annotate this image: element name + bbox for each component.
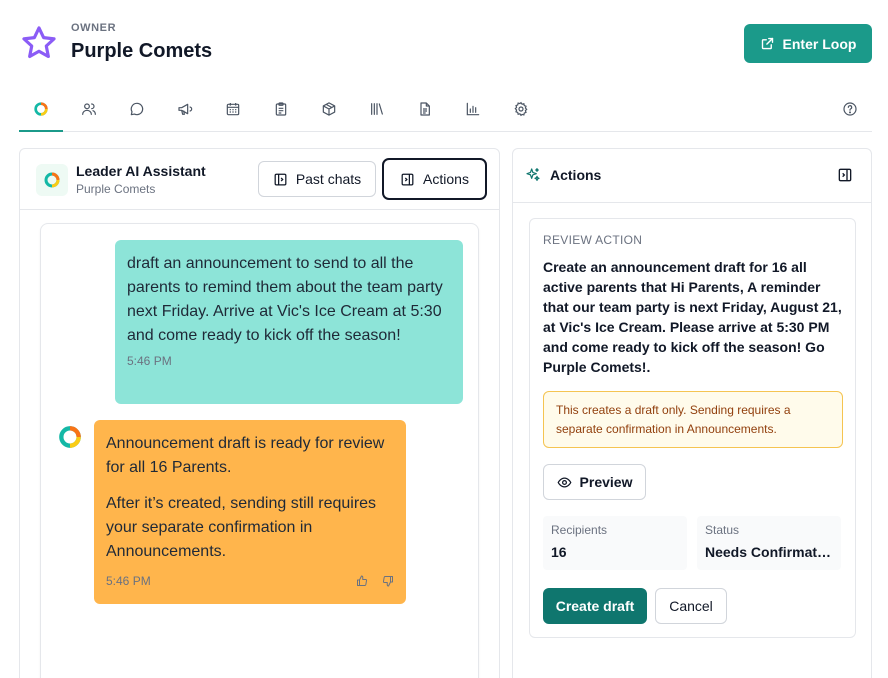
help-button[interactable]: [828, 88, 872, 130]
tab-inventory[interactable]: [307, 88, 351, 130]
enter-loop-label: Enter Loop: [782, 35, 857, 52]
chart-icon: [466, 102, 480, 116]
message-timestamp: 5:46 PM: [106, 574, 151, 588]
assistant-title: Leader AI Assistant: [76, 163, 206, 179]
assistant-message-meta: 5:46 PM: [106, 574, 394, 588]
chat-messages[interactable]: draft an announcement to send to all the…: [40, 223, 479, 678]
clipboard-icon: [275, 102, 287, 116]
actions-panel: Actions REVIEW ACTION Create an announce…: [512, 148, 872, 678]
recipients-value: 16: [551, 544, 567, 560]
people-icon: [82, 103, 96, 115]
calendar-icon: [226, 103, 240, 116]
tab-bar: [19, 88, 872, 132]
tab-stats[interactable]: [451, 88, 495, 130]
page-header: OWNER Purple Comets Enter Loop: [0, 0, 888, 85]
star-icon: [22, 26, 56, 59]
status-box: Status Needs Confirmation: [697, 516, 841, 570]
sidebar-left-icon: [274, 173, 287, 185]
message-timestamp: 5:46 PM: [127, 354, 172, 368]
feedback-buttons: [356, 575, 394, 587]
loop-icon: [34, 102, 48, 116]
status-value: Needs Confirmation: [705, 544, 833, 560]
tab-documents[interactable]: [403, 88, 447, 130]
assistant-message-text: After it’s created, sending still requir…: [106, 495, 377, 560]
past-chats-button[interactable]: Past chats: [258, 161, 376, 197]
enter-loop-button[interactable]: Enter Loop: [744, 24, 872, 63]
status-label: Status: [705, 523, 740, 537]
create-draft-button[interactable]: Create draft: [543, 588, 647, 624]
owner-label: OWNER: [71, 22, 117, 34]
past-chats-label: Past chats: [295, 171, 362, 187]
actions-panel-title: Actions: [550, 167, 602, 183]
megaphone-icon: [178, 103, 193, 115]
tab-people[interactable]: [67, 88, 111, 130]
assistant-message: Announcement draft is ready for review f…: [94, 420, 406, 604]
library-icon: [371, 103, 383, 115]
thumbs-up-icon[interactable]: [356, 575, 368, 587]
loop-icon: [44, 172, 60, 188]
assistant-subtitle: Purple Comets: [76, 182, 156, 196]
review-action-description: Create an announcement draft for 16 all …: [543, 259, 842, 375]
sidebar-right-icon: [401, 173, 414, 185]
chat-panel-header: Leader AI Assistant Purple Comets Past c…: [20, 149, 499, 210]
preview-button[interactable]: Preview: [543, 464, 646, 500]
sparkle-icon: [526, 168, 540, 181]
box-icon: [322, 102, 336, 116]
eye-icon: [557, 476, 571, 488]
assistant-avatar: [36, 164, 68, 196]
actions-toggle-label: Actions: [423, 171, 469, 187]
tab-tasks[interactable]: [259, 88, 303, 130]
tab-settings[interactable]: [499, 88, 543, 130]
recipients-box: Recipients 16: [543, 516, 687, 570]
tab-library[interactable]: [355, 88, 399, 130]
draft-warning: This creates a draft only. Sending requi…: [543, 391, 843, 448]
review-action-card: REVIEW ACTION Create an announcement dra…: [529, 218, 856, 638]
document-icon: [420, 102, 430, 116]
collapse-panel-icon[interactable]: [837, 167, 853, 183]
tab-loop[interactable]: [19, 88, 63, 132]
user-message: draft an announcement to send to all the…: [115, 240, 463, 404]
recipients-label: Recipients: [551, 523, 608, 537]
gear-icon: [514, 101, 528, 117]
assistant-loop-icon: [59, 426, 81, 448]
tab-announcements[interactable]: [163, 88, 207, 130]
thumbs-down-icon[interactable]: [382, 575, 394, 587]
tab-calendar[interactable]: [211, 88, 255, 130]
help-icon: [843, 102, 857, 116]
cancel-button[interactable]: Cancel: [655, 588, 727, 624]
actions-panel-header: Actions: [513, 149, 871, 203]
page-title: Purple Comets: [71, 40, 213, 62]
chat-icon: [130, 102, 144, 116]
review-action-label: REVIEW ACTION: [543, 233, 643, 247]
tab-chat[interactable]: [115, 88, 159, 130]
preview-label: Preview: [579, 474, 633, 490]
external-link-icon: [761, 37, 773, 50]
actions-toggle-button[interactable]: Actions: [382, 158, 487, 200]
assistant-message-text: Announcement draft is ready for review f…: [106, 435, 385, 476]
user-message-text: draft an announcement to send to all the…: [127, 255, 443, 344]
chat-panel: Leader AI Assistant Purple Comets Past c…: [19, 148, 500, 678]
